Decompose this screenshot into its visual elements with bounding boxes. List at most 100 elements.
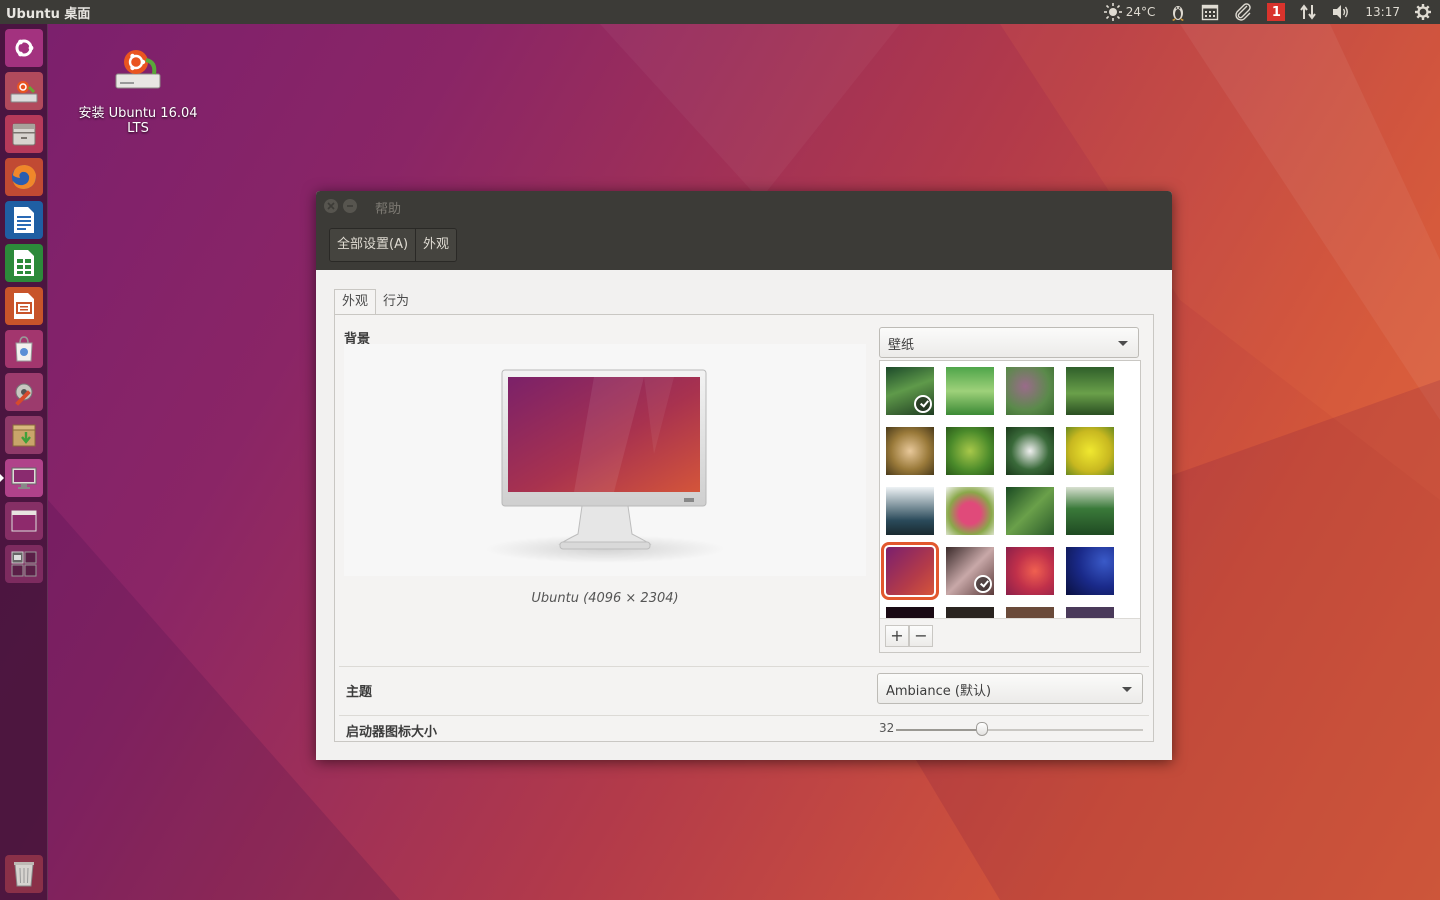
close-icon <box>327 202 335 210</box>
launcher-software[interactable] <box>5 330 43 368</box>
calendar-icon <box>1202 4 1219 21</box>
wallpaper-thumb[interactable] <box>1066 367 1114 415</box>
window-titlebar[interactable]: 帮助 全部设置(A) 外观 <box>316 191 1172 270</box>
theme-combo[interactable]: Ambiance (默认) <box>877 673 1143 704</box>
breadcrumb: 全部设置(A) 外观 <box>329 228 458 262</box>
wallpaper-thumb[interactable] <box>946 547 994 595</box>
clipboard-indicator[interactable] <box>1226 0 1260 24</box>
notification-badge: 1 <box>1267 3 1286 21</box>
ubuntu-installer-icon <box>115 50 161 89</box>
top-panel: Ubuntu 桌面 24°C 1 13:17 <box>0 0 1440 24</box>
tab-behavior[interactable]: 行为 <box>376 289 417 315</box>
launcher-trash[interactable] <box>5 855 43 893</box>
session-indicator[interactable] <box>1407 0 1440 24</box>
appearance-panel: 背景 Ubuntu (4096 × 2304) 壁纸 + − 主题 Ambian… <box>334 314 1154 742</box>
weather-indicator[interactable]: 24°C <box>1096 0 1163 24</box>
archive-manager-icon <box>12 424 36 447</box>
window-content: 外观 行为 背景 Ubuntu (4096 × 2304) 壁纸 + − 主题 … <box>316 270 1172 760</box>
notification-indicator[interactable]: 1 <box>1260 0 1292 24</box>
wallpaper-thumb[interactable] <box>1066 487 1114 535</box>
clock-time: 13:17 <box>1365 5 1400 19</box>
launcher-dash[interactable] <box>5 29 43 67</box>
monitor-preview-image <box>485 369 725 563</box>
window-title: 帮助 <box>375 202 402 217</box>
wallpaper-thumb[interactable] <box>886 427 934 475</box>
launcher-size-label: 启动器图标大小 <box>346 725 438 740</box>
wallpaper-toolbar: + − <box>880 618 1140 652</box>
wallpaper-thumb[interactable] <box>946 427 994 475</box>
remove-wallpaper-button[interactable]: − <box>909 625 933 647</box>
wallpaper-thumb[interactable] <box>1006 427 1054 475</box>
wallpaper-thumb[interactable] <box>1006 547 1054 595</box>
software-center-icon <box>15 336 33 362</box>
libreoffice-impress-icon <box>14 293 34 319</box>
window-icon <box>11 510 37 532</box>
tab-bar: 外观 行为 <box>334 289 417 315</box>
launcher-installer[interactable] <box>5 72 43 110</box>
wallpaper-thumb[interactable] <box>1066 547 1114 595</box>
launcher-settings[interactable] <box>5 373 43 411</box>
launcher-archive[interactable] <box>5 416 43 454</box>
ubuntu-installer-icon <box>10 81 38 103</box>
libreoffice-writer-icon <box>14 207 34 233</box>
launcher-impress[interactable] <box>5 287 43 325</box>
launcher-firefox[interactable] <box>5 158 43 196</box>
wallpaper-caption: Ubuntu (4096 × 2304) <box>531 591 679 606</box>
indicator-area: 24°C 1 13:17 <box>1096 0 1440 24</box>
launcher-size-slider-knob[interactable] <box>976 722 988 736</box>
qq-indicator[interactable] <box>1162 0 1194 24</box>
wallpaper-source-value: 壁纸 <box>888 338 915 353</box>
divider <box>339 666 1149 667</box>
network-indicator[interactable] <box>1292 0 1324 24</box>
clock-indicator[interactable]: 13:17 <box>1358 0 1407 24</box>
add-wallpaper-button[interactable]: + <box>885 625 909 647</box>
launcher-window[interactable] <box>5 502 43 540</box>
system-settings-icon <box>15 383 33 406</box>
libreoffice-calc-icon <box>14 250 34 276</box>
paperclip-icon <box>1235 3 1252 21</box>
launcher-calc[interactable] <box>5 244 43 282</box>
launcher-files[interactable] <box>5 115 43 153</box>
weather-temperature: 24°C <box>1125 5 1156 19</box>
wallpaper-thumb[interactable] <box>1006 487 1054 535</box>
launcher-size-value: 32 <box>879 721 895 735</box>
wallpaper-thumb[interactable] <box>946 367 994 415</box>
wallpaper-source-combo[interactable]: 壁纸 <box>879 327 1139 358</box>
wallpaper-thumb[interactable] <box>1066 427 1114 475</box>
slideshow-clock-icon <box>914 395 932 413</box>
close-button[interactable] <box>324 199 338 213</box>
minimize-button[interactable] <box>343 199 357 213</box>
wallpaper-thumb[interactable] <box>1006 367 1054 415</box>
breadcrumb-all-settings[interactable]: 全部设置(A) <box>330 229 417 261</box>
wallpaper-thumb[interactable] <box>886 367 934 415</box>
network-icon <box>1300 4 1317 20</box>
calendar-indicator[interactable] <box>1194 0 1226 24</box>
app-title: Ubuntu 桌面 <box>6 6 91 22</box>
minimize-icon <box>347 205 353 207</box>
launcher-writer[interactable] <box>5 201 43 239</box>
wallpaper-thumb[interactable] <box>946 487 994 535</box>
firefox-icon <box>12 165 36 189</box>
files-icon <box>12 123 36 146</box>
launcher <box>0 24 48 900</box>
workspace-switcher-icon <box>11 551 37 577</box>
launcher-display[interactable] <box>0 459 43 497</box>
launcher-size-slider-fill <box>896 729 982 731</box>
launcher-workspaces[interactable] <box>5 545 43 583</box>
wallpaper-thumb[interactable] <box>886 487 934 535</box>
tab-appearance[interactable]: 外观 <box>334 289 377 315</box>
desktop-icon-label: 安装 Ubuntu 16.04 LTS <box>78 106 198 136</box>
qq-penguin-icon <box>1172 6 1185 21</box>
volume-icon <box>1333 5 1349 19</box>
weather-icon <box>1103 3 1122 21</box>
desktop-install-ubuntu[interactable]: 安装 Ubuntu 16.04 LTS <box>68 44 208 136</box>
wallpaper-thumb-selected[interactable] <box>881 542 939 600</box>
wallpaper-grid: + − <box>879 360 1141 653</box>
volume-indicator[interactable] <box>1324 0 1358 24</box>
theme-label: 主题 <box>346 685 373 700</box>
chevron-down-icon <box>1118 341 1128 346</box>
trash-icon <box>14 862 34 887</box>
session-gear-icon <box>1415 4 1431 20</box>
breadcrumb-appearance[interactable]: 外观 <box>416 229 457 261</box>
dash-home-icon <box>15 39 34 57</box>
